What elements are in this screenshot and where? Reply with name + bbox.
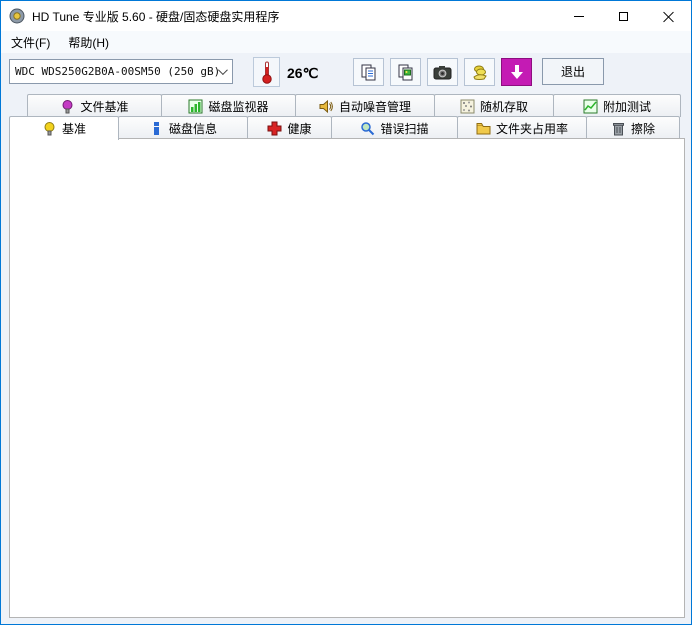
tab-folder-usage[interactable]: 文件夹占用率	[457, 116, 587, 139]
tab-label: 自动噪音管理	[338, 99, 411, 114]
close-button[interactable]	[646, 1, 691, 31]
tab-erase[interactable]: 擦除	[586, 116, 680, 139]
temperature-button[interactable]	[253, 57, 280, 87]
tab-label: 随机存取	[479, 99, 528, 114]
tab-label: 文件基准	[80, 99, 129, 114]
close-icon	[663, 11, 674, 22]
minimize-button[interactable]	[556, 1, 601, 31]
hdtune-window: HD Tune 专业版 5.60 - 硬盘/固态硬盘实用程序 文件(F) 帮助(…	[0, 0, 692, 625]
tab-aam[interactable]: 自动噪音管理	[295, 94, 435, 117]
trash-icon	[612, 122, 624, 135]
lamp-purple-icon	[62, 99, 73, 113]
tab-row-primary: 基准 磁盘信息 健康 错误扫描 文件夹占用率 擦除	[9, 116, 685, 140]
exit-label: 退出	[560, 65, 585, 79]
menubar: 文件(F) 帮助(H)	[1, 31, 691, 53]
donate-button[interactable]	[464, 58, 495, 86]
drive-select[interactable]: WDC WDS250G2B0A-00SM50 (250 gB)	[9, 59, 233, 84]
window-title: HD Tune 专业版 5.60 - 硬盘/固态硬盘实用程序	[32, 9, 280, 24]
screenshot-icon	[433, 65, 452, 79]
tab-label: 文件夹占用率	[495, 121, 568, 136]
tab-disk-monitor[interactable]: 磁盘监视器	[161, 94, 296, 117]
tab-label: 磁盘监视器	[208, 99, 269, 114]
drive-select-value: WDC WDS250G2B0A-00SM50 (250 gB)	[15, 65, 221, 78]
lamp-yellow-icon	[44, 122, 55, 136]
copy-report-icon	[361, 64, 375, 81]
menu-file[interactable]: 文件(F)	[3, 32, 58, 53]
temperature-value: 26℃	[287, 65, 319, 81]
tab-file-benchmark[interactable]: 文件基准	[27, 94, 162, 117]
extra-chart-icon	[583, 99, 598, 113]
speaker-icon	[319, 99, 333, 113]
copy-image-button[interactable]	[390, 58, 421, 86]
folder-icon	[476, 122, 491, 134]
toolbar: WDC WDS250G2B0A-00SM50 (250 gB) 26℃ 退出	[1, 53, 691, 93]
tab-label: 磁盘信息	[168, 121, 217, 136]
copy-report-button[interactable]	[353, 58, 384, 86]
maximize-icon	[619, 11, 628, 21]
magnifier-icon	[361, 121, 375, 135]
bar-chart-icon	[188, 99, 203, 113]
tab-label: 健康	[287, 121, 312, 136]
tab-health[interactable]: 健康	[247, 116, 332, 139]
exit-button[interactable]: 退出	[542, 58, 604, 85]
screenshot-button[interactable]	[427, 58, 458, 86]
tab-error-scan[interactable]: 错误扫描	[331, 116, 458, 139]
tab-benchmark[interactable]: 基准	[9, 116, 119, 140]
menu-help[interactable]: 帮助(H)	[60, 32, 117, 53]
copy-image-icon	[398, 64, 412, 81]
tab-label: 基准	[61, 122, 86, 136]
tab-label: 附加测试	[602, 99, 651, 114]
titlebar: HD Tune 专业版 5.60 - 硬盘/固态硬盘实用程序	[1, 1, 691, 31]
tab-random-access[interactable]: 随机存取	[434, 94, 554, 117]
health-cross-icon	[267, 121, 282, 135]
maximize-button[interactable]	[601, 1, 646, 31]
tab-extra-tests[interactable]: 附加测试	[553, 94, 681, 117]
tab-label: 错误扫描	[380, 121, 429, 136]
benchmark-page	[9, 138, 685, 618]
tab-row-secondary: 文件基准 磁盘监视器 自动噪音管理 随机存取 附加测试	[27, 94, 685, 117]
tab-label: 擦除	[630, 121, 655, 136]
app-icon	[9, 8, 25, 24]
random-dots-icon	[460, 99, 475, 113]
minimize-icon	[573, 15, 584, 17]
update-arrow-icon	[510, 65, 523, 79]
tab-disk-info[interactable]: 磁盘信息	[118, 116, 248, 139]
update-button[interactable]	[501, 58, 532, 86]
hand-coins-icon	[472, 65, 487, 80]
thermometer-icon	[261, 61, 272, 84]
info-icon	[153, 121, 159, 135]
